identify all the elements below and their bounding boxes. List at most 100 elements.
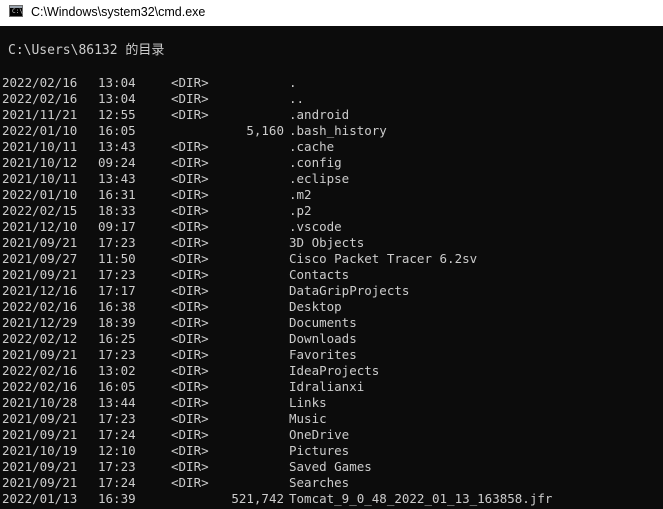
entry-date: 2021/10/28 (2, 395, 78, 410)
list-item: 2022/01/10 16:31 <DIR> .m2 (2, 187, 662, 203)
list-item: 2021/10/12 09:24 <DIR> .config (2, 155, 662, 171)
list-item: 2021/10/11 13:43 <DIR> .cache (2, 139, 662, 155)
entry-type: <DIR> (171, 427, 209, 442)
entry-name: .p2 (289, 203, 312, 218)
console-output[interactable]: C:\Users\86132 的目录 2022/02/16 13:04 <DIR>.… (0, 26, 663, 509)
entry-name: Tomcat_9_0_48_2022_01_13_163858.jfr (289, 491, 553, 506)
entry-type: <DIR> (171, 315, 209, 330)
entry-time: 11:50 (98, 251, 136, 266)
list-item: 2022/01/10 16:05 5,160 .bash_history (2, 123, 662, 139)
entry-time: 17:24 (98, 427, 136, 442)
entry-date: 2021/10/11 (2, 171, 78, 186)
entry-name: .. (289, 91, 305, 106)
list-item: 2021/09/21 17:24 <DIR> Searches (2, 475, 662, 491)
entry-type: <DIR> (171, 203, 209, 218)
entry-time: 18:33 (98, 203, 136, 218)
entry-name: Favorites (289, 347, 357, 362)
entry-type: <DIR> (171, 219, 209, 234)
entry-time: 13:43 (98, 139, 136, 154)
entry-name: OneDrive (289, 427, 350, 442)
entry-date: 2021/09/21 (2, 267, 78, 282)
list-item: 2022/02/15 18:33 <DIR> .p2 (2, 203, 662, 219)
entry-date: 2021/09/21 (2, 459, 78, 474)
entry-name: Searches (289, 475, 350, 490)
entry-type: <DIR> (171, 459, 209, 474)
entry-time: 17:17 (98, 283, 136, 298)
list-item: 2022/02/16 16:38 <DIR> Desktop (2, 299, 662, 315)
entry-size: 5,160 (246, 123, 284, 138)
list-item: 2021/09/27 11:50 <DIR> Cisco Packet Tracer … (2, 251, 662, 267)
entry-name: 3D Objects (289, 235, 365, 250)
entry-date: 2021/12/10 (2, 219, 78, 234)
entry-date: 2021/10/11 (2, 139, 78, 154)
entry-type: <DIR> (171, 299, 209, 314)
entry-type: <DIR> (171, 379, 209, 394)
entry-type: <DIR> (171, 139, 209, 154)
list-item: 2021/09/21 17:23 <DIR> Favorites (2, 347, 662, 363)
entry-time: 13:04 (98, 91, 136, 106)
cmd-icon: C:\ (9, 5, 23, 17)
entry-date: 2022/02/16 (2, 91, 78, 106)
entry-time: 13:44 (98, 395, 136, 410)
entry-name: Links (289, 395, 327, 410)
entry-name: Documents (289, 315, 357, 330)
entry-time: 16:05 (98, 379, 136, 394)
entry-type: <DIR> (171, 187, 209, 202)
entry-date: 2021/10/12 (2, 155, 78, 170)
entry-name: .vscode (289, 219, 342, 234)
entry-time: 12:10 (98, 443, 136, 458)
list-item: 2021/12/29 18:39 <DIR> Documents (2, 315, 662, 331)
entry-date: 2021/09/27 (2, 251, 78, 266)
entry-time: 13:43 (98, 171, 136, 186)
entry-type: <DIR> (171, 91, 209, 106)
list-item: 2021/09/21 17:23 <DIR> Contacts (2, 267, 662, 283)
entry-date: 2021/12/16 (2, 283, 78, 298)
entry-type: <DIR> (171, 395, 209, 410)
entry-date: 2021/09/21 (2, 411, 78, 426)
entry-name: .m2 (289, 187, 312, 202)
entry-type: <DIR> (171, 75, 209, 90)
list-item: 2021/12/16 17:17 <DIR> DataGripProjects (2, 283, 662, 299)
entry-date: 2022/02/16 (2, 363, 78, 378)
entry-date: 2022/02/16 (2, 379, 78, 394)
list-item: 2021/12/10 09:17 <DIR> .vscode (2, 219, 662, 235)
entry-type: <DIR> (171, 235, 209, 250)
entry-date: 2021/09/21 (2, 475, 78, 490)
entry-name: Idralianxi (289, 379, 365, 394)
entry-name: Desktop (289, 299, 342, 314)
entry-name: Music (289, 411, 327, 426)
entry-name: .config (289, 155, 342, 170)
entry-size: 521,742 (231, 491, 284, 506)
title-bar[interactable]: C:\ C:\Windows\system32\cmd.exe (0, 0, 663, 26)
entry-date: 2021/12/29 (2, 315, 78, 330)
entry-type: <DIR> (171, 411, 209, 426)
entry-type: <DIR> (171, 171, 209, 186)
entry-time: 12:55 (98, 107, 136, 122)
entry-type: <DIR> (171, 107, 209, 122)
entry-name: .bash_history (289, 123, 387, 138)
entry-type: <DIR> (171, 363, 209, 378)
entry-time: 16:25 (98, 331, 136, 346)
entry-time: 17:23 (98, 459, 136, 474)
entry-type: <DIR> (171, 155, 209, 170)
entry-date: 2021/11/21 (2, 107, 78, 122)
entry-type: <DIR> (171, 267, 209, 282)
entry-name: .eclipse (289, 171, 350, 186)
list-item: 2022/02/16 16:05 <DIR> Idralianxi (2, 379, 662, 395)
entry-name: .cache (289, 139, 335, 154)
entry-type: <DIR> (171, 443, 209, 458)
entry-date: 2022/01/10 (2, 187, 78, 202)
entry-type: <DIR> (171, 331, 209, 346)
entry-time: 13:02 (98, 363, 136, 378)
entry-date: 2022/02/16 (2, 299, 78, 314)
list-item: 2022/01/13 16:39 521,742 Tomcat_9_0_48_2022… (2, 491, 662, 507)
entry-date: 2022/02/12 (2, 331, 78, 346)
entry-time: 16:38 (98, 299, 136, 314)
entry-name: IdeaProjects (289, 363, 380, 378)
entry-time: 17:23 (98, 235, 136, 250)
entry-time: 17:24 (98, 475, 136, 490)
entry-time: 17:23 (98, 267, 136, 282)
directory-heading: C:\Users\86132 的目录 (8, 43, 165, 58)
entry-date: 2022/02/15 (2, 203, 78, 218)
list-item: 2021/09/21 17:23 <DIR> Music (2, 411, 662, 427)
